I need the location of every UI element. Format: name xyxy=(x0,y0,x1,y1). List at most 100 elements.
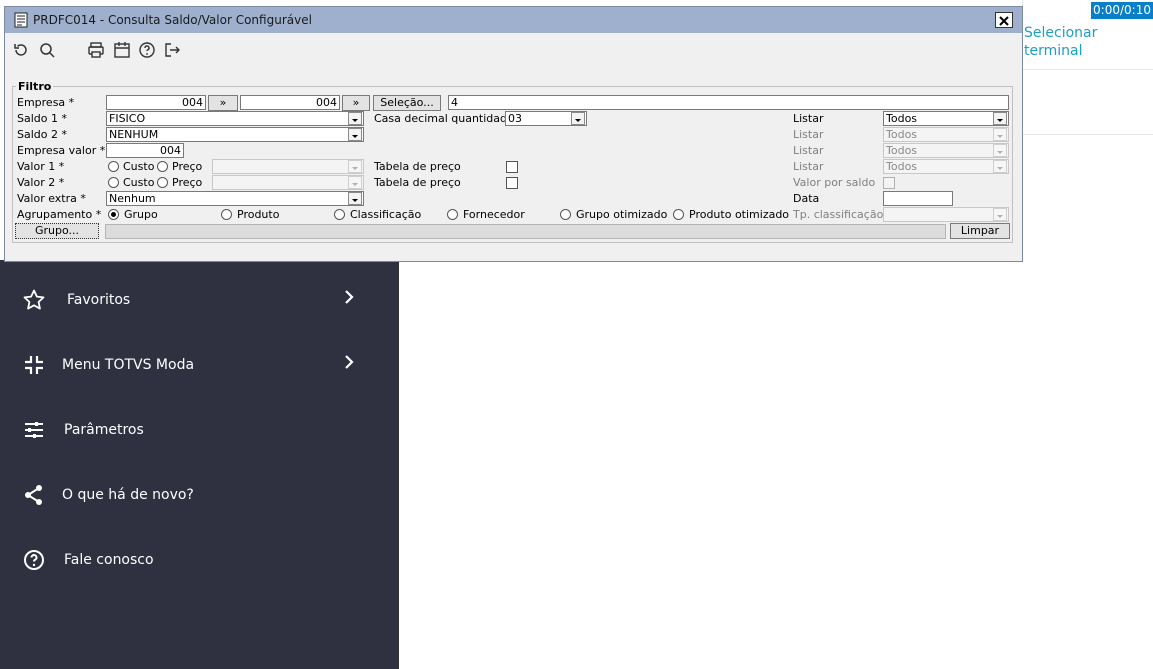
star-icon xyxy=(23,289,45,310)
valor2-preco-radio[interactable] xyxy=(157,177,168,188)
valor1-select-disabled xyxy=(212,159,364,174)
listar-label: Listar xyxy=(793,160,824,173)
data-input[interactable] xyxy=(883,191,953,206)
calendar-icon[interactable] xyxy=(113,41,131,59)
tp-classificacao-label: Tp. classificação xyxy=(793,208,884,221)
empresa-from-input[interactable]: 004 xyxy=(106,95,206,110)
selecao-button[interactable]: Seleção... xyxy=(373,95,441,111)
valor2-custo-radio[interactable] xyxy=(108,177,119,188)
grupo-button[interactable]: Grupo... xyxy=(15,223,99,239)
chevron-down-icon[interactable] xyxy=(348,112,362,125)
agrupamento-option-label: Fornecedor xyxy=(463,208,525,221)
sidebar-item-fale-conosco[interactable]: Fale conosco xyxy=(0,540,399,580)
saldo2-label: Saldo 2 * xyxy=(17,128,67,141)
tp-classificacao-select-disabled xyxy=(883,207,1009,222)
listar-select-disabled: Todos xyxy=(883,159,1009,174)
listar-label: Listar xyxy=(793,144,824,157)
empresa-to-input[interactable]: 004 xyxy=(240,95,340,110)
timer-badge: 0:00/0:10 xyxy=(1091,2,1153,19)
sliders-icon xyxy=(25,422,43,438)
chevron-right-icon xyxy=(345,290,354,304)
sidebar-item-label: Menu TOTVS Moda xyxy=(62,357,195,373)
casa-decimal-label: Casa decimal quantidade xyxy=(374,112,514,125)
valor1-preco-label: Preço xyxy=(172,160,203,173)
help-icon[interactable] xyxy=(138,41,156,59)
share-icon xyxy=(25,485,42,505)
sidebar-item-novidades[interactable]: O que há de novo? xyxy=(0,475,399,515)
valor1-label: Valor 1 * xyxy=(17,160,65,173)
sidebar-item-label: Favoritos xyxy=(67,292,131,308)
agrupamento-fornecedor-radio[interactable] xyxy=(447,209,458,220)
selecao-input[interactable]: 4 xyxy=(448,95,1009,110)
listar-select[interactable]: Todos xyxy=(883,111,1009,126)
sidebar-item-label: O que há de novo? xyxy=(62,487,194,503)
agrupamento-option-label: Classificação xyxy=(350,208,422,221)
agrupamento-option-label: Grupo xyxy=(124,208,158,221)
agrupamento-classificacao-radio[interactable] xyxy=(334,209,345,220)
saldo1-label: Saldo 1 * xyxy=(17,112,67,125)
chevron-down-icon[interactable] xyxy=(348,128,362,141)
chevron-down-icon xyxy=(993,144,1007,157)
chevron-down-icon xyxy=(993,128,1007,141)
dialog-title: PRDFC014 - Consulta Saldo/Valor Configur… xyxy=(33,13,312,27)
sidebar-item-label: Fale conosco xyxy=(64,552,154,568)
search-icon[interactable] xyxy=(38,41,56,59)
limpar-button[interactable]: Limpar xyxy=(950,223,1010,239)
empresa-valor-label: Empresa valor * xyxy=(17,144,106,157)
sidebar-item-label: Parâmetros xyxy=(64,422,144,438)
valor1-tabela-label: Tabela de preço xyxy=(374,160,461,173)
valor2-preco-label: Preço xyxy=(172,176,203,189)
listar-label: Listar xyxy=(793,128,824,141)
close-icon xyxy=(999,16,1009,26)
sidebar-item-parametros[interactable]: Parâmetros xyxy=(0,410,399,450)
valor-por-saldo-checkbox xyxy=(883,177,895,189)
chevron-down-icon[interactable] xyxy=(571,112,585,125)
agrupamento-produto-otimizado-radio[interactable] xyxy=(673,209,684,220)
chevron-down-icon xyxy=(993,160,1007,173)
chevron-down-icon xyxy=(348,160,362,173)
consulta-saldo-dialog: PRDFC014 - Consulta Saldo/Valor Configur… xyxy=(4,6,1023,262)
saldo2-select[interactable]: NENHUM xyxy=(106,127,364,142)
listar-label: Listar xyxy=(793,112,824,125)
empresa-to-lookup-button[interactable]: » xyxy=(342,95,370,111)
filter-group-title: Filtro xyxy=(16,80,54,93)
empresa-valor-input[interactable]: 004 xyxy=(106,143,184,158)
agrupamento-option-label: Grupo otimizado xyxy=(576,208,668,221)
sidebar-item-favoritos[interactable]: Favoritos xyxy=(0,280,399,320)
listar-select-disabled: Todos xyxy=(883,127,1009,142)
close-button[interactable] xyxy=(995,12,1013,28)
agrupamento-option-label: Produto xyxy=(237,208,280,221)
refresh-icon[interactable] xyxy=(12,41,30,59)
collapse-icon xyxy=(25,356,43,374)
valor-extra-select[interactable]: Nenhum xyxy=(106,191,364,206)
sidebar-item-menu-totvs-moda[interactable]: Menu TOTVS Moda xyxy=(0,345,399,385)
valor1-custo-radio[interactable] xyxy=(108,161,119,172)
chevron-down-icon xyxy=(348,176,362,189)
dialog-titlebar[interactable]: PRDFC014 - Consulta Saldo/Valor Configur… xyxy=(5,7,1022,33)
valor2-select-disabled xyxy=(212,175,364,190)
document-icon xyxy=(14,12,28,28)
valor1-custo-label: Custo xyxy=(123,160,155,173)
sidebar: Favoritos Menu TOTVS Moda Parâmetros O q… xyxy=(0,260,399,669)
saldo1-select[interactable]: FISICO xyxy=(106,111,364,126)
listar-select-disabled: Todos xyxy=(883,143,1009,158)
chevron-down-icon[interactable] xyxy=(993,112,1007,125)
empresa-from-lookup-button[interactable]: » xyxy=(208,95,238,111)
print-icon[interactable] xyxy=(87,41,105,59)
chevron-down-icon[interactable] xyxy=(348,192,362,205)
agrupamento-grupo-otimizado-radio[interactable] xyxy=(560,209,571,220)
divider xyxy=(1022,134,1153,135)
help-circle-icon xyxy=(24,550,44,570)
valor2-custo-label: Custo xyxy=(123,176,155,189)
valor1-preco-radio[interactable] xyxy=(157,161,168,172)
agrupamento-grupo-radio[interactable] xyxy=(108,209,119,220)
valor2-tabela-checkbox[interactable] xyxy=(506,177,518,189)
valor1-tabela-checkbox[interactable] xyxy=(506,161,518,173)
valor-por-saldo-label: Valor por saldo xyxy=(793,176,876,189)
agrupamento-produto-radio[interactable] xyxy=(221,209,232,220)
empresa-label: Empresa * xyxy=(17,96,75,109)
divider xyxy=(1022,69,1153,70)
select-terminal-link[interactable]: Selecionar terminal xyxy=(1024,24,1153,60)
exit-icon[interactable] xyxy=(163,41,181,59)
agrupamento-label: Agrupamento * xyxy=(17,208,102,221)
